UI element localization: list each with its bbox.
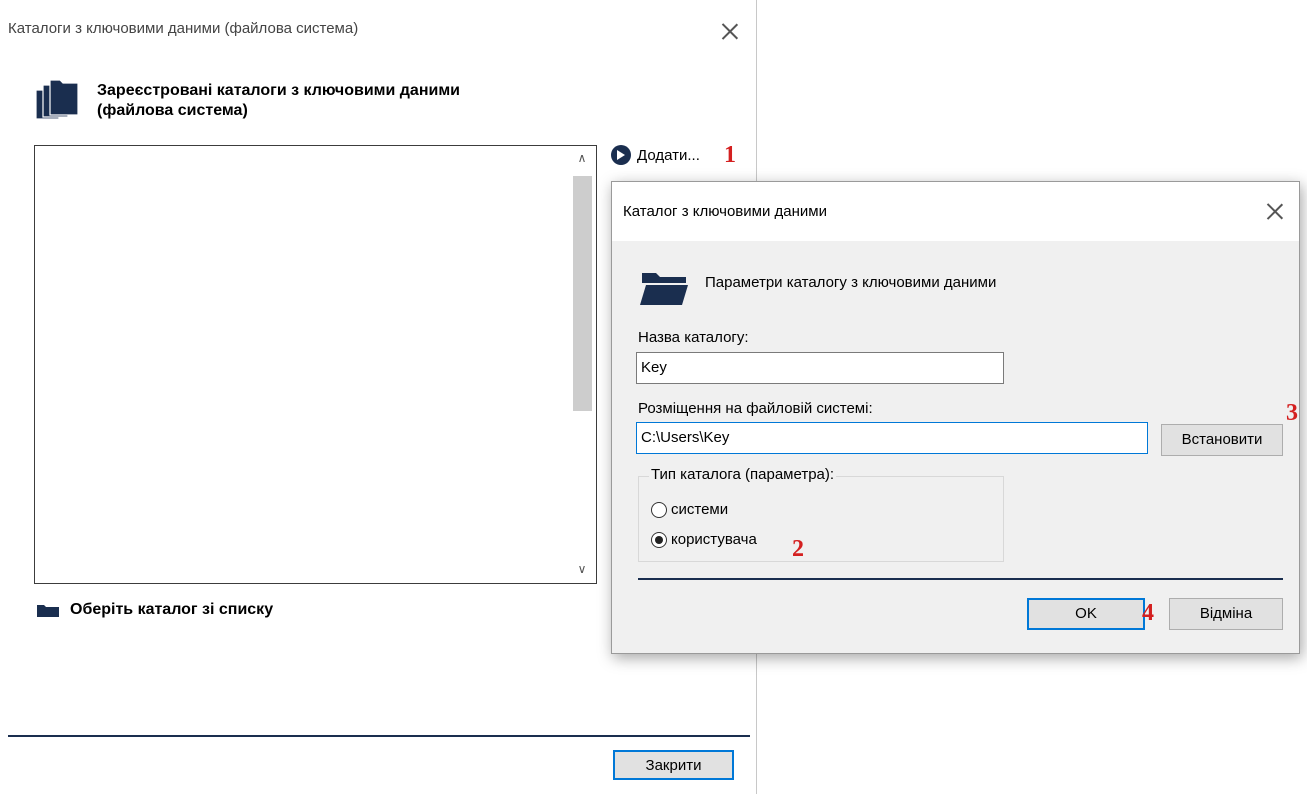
sub-dialog-titlebar: Каталог з ключовими даними: [612, 182, 1299, 241]
radio-system-circle[interactable]: [651, 501, 667, 518]
annotation-1: 1: [724, 142, 736, 168]
folder-icon: [37, 605, 59, 617]
choose-folder-hint: Оберіть каталог зі списку: [36, 601, 273, 619]
location-label: Розміщення на файловій системі:: [638, 400, 873, 417]
radio-user[interactable]: користувача: [651, 531, 757, 548]
scroll-thumb[interactable]: [573, 176, 592, 411]
scroll-down-icon[interactable]: ∨: [576, 563, 588, 575]
annotation-4: 4: [1142, 600, 1154, 626]
radio-user-label: користувача: [671, 531, 757, 548]
open-folder-icon: [640, 273, 688, 305]
main-dialog-title: Каталоги з ключовими даними (файлова сис…: [8, 20, 359, 37]
sub-dialog-header: Параметри каталогу з ключовими даними: [705, 274, 997, 291]
registered-folders-header: Зареєстровані каталоги з ключовими даним…: [97, 81, 460, 121]
sub-separator: [638, 578, 1283, 580]
add-folder-label: Додати...: [637, 146, 700, 164]
bottom-separator: [8, 735, 750, 737]
choose-folder-label: Оберіть каталог зі списку: [70, 601, 274, 618]
folder-type-group: Тип каталога (параметра): системи корист…: [638, 466, 1004, 562]
cancel-button[interactable]: Відміна: [1169, 598, 1283, 630]
radio-system[interactable]: системи: [651, 501, 728, 518]
radio-user-circle[interactable]: [651, 531, 667, 548]
main-close-icon[interactable]: [720, 21, 740, 41]
set-location-button[interactable]: Встановити: [1161, 424, 1283, 456]
radio-system-label: системи: [671, 501, 729, 518]
folder-name-input[interactable]: Key: [636, 352, 1004, 384]
header-line-1: Зареєстровані каталоги з ключовими даним…: [97, 82, 460, 99]
folders-stack-icon: [35, 79, 79, 120]
folder-params-dialog: Каталог з ключовими даними Параметри кат…: [611, 181, 1300, 654]
scroll-up-icon[interactable]: ∧: [576, 152, 588, 164]
folder-type-legend: Тип каталога (параметра):: [649, 466, 837, 483]
close-button[interactable]: Закрити: [613, 750, 734, 780]
sub-close-icon[interactable]: [1265, 201, 1285, 221]
listbox-scrollbar[interactable]: ∧ ∨: [569, 146, 596, 583]
location-input[interactable]: C:\Users\Key: [636, 422, 1148, 454]
annotation-3: 3: [1286, 400, 1298, 426]
folders-listbox[interactable]: ∧ ∨: [34, 145, 597, 584]
add-folder-link[interactable]: Додати...: [611, 145, 700, 165]
sub-dialog-title: Каталог з ключовими даними: [623, 203, 827, 220]
annotation-2: 2: [792, 536, 804, 562]
arrow-right-circle-icon: [611, 145, 631, 165]
header-line-2: (файлова система): [97, 102, 248, 119]
folder-name-label: Назва каталогу:: [638, 329, 749, 346]
ok-button[interactable]: OK: [1027, 598, 1145, 630]
